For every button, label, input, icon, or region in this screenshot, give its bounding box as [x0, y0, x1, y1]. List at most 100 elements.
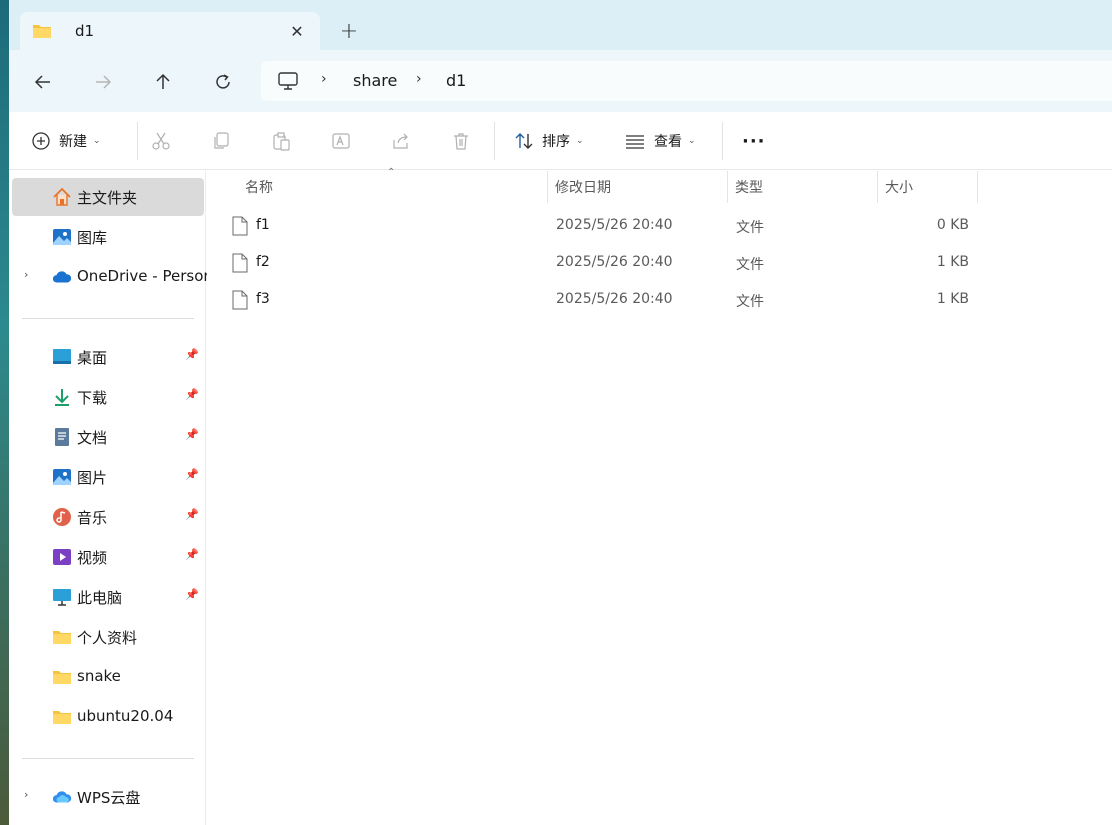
new-button-label: 新建 [59, 134, 87, 150]
up-button[interactable] [147, 66, 179, 98]
column-header-size[interactable]: 大小 [885, 171, 913, 203]
divider [722, 122, 723, 160]
cut-button[interactable] [151, 126, 171, 156]
sidebar-item-home[interactable]: 主文件夹 [12, 178, 204, 216]
column-divider[interactable] [877, 171, 878, 203]
list-view-icon [626, 135, 644, 149]
home-icon [52, 187, 72, 207]
sidebar-item-label: ubuntu20.04 [77, 707, 174, 725]
pin-icon[interactable]: 📌 [185, 508, 199, 521]
file-icon [232, 290, 248, 314]
this-pc-icon[interactable] [277, 71, 299, 95]
more-options-button[interactable]: ··· [742, 126, 766, 156]
file-modified-date: 2025/5/26 20:40 [556, 254, 673, 270]
chevron-right-icon[interactable]: › [24, 268, 28, 281]
table-row[interactable]: f3 2025/5/26 20:40 文件 1 KB [232, 282, 982, 319]
refresh-button[interactable] [207, 66, 239, 98]
sidebar-item-this-pc[interactable]: 此电脑 📌 [12, 578, 204, 616]
file-type: 文件 [736, 220, 764, 236]
sidebar-item-label: 下载 [77, 389, 108, 407]
pin-icon[interactable]: 📌 [185, 388, 199, 401]
arrow-left-icon [34, 75, 50, 89]
new-tab-button[interactable]: + [336, 18, 362, 44]
sort-icon [515, 133, 533, 149]
back-button[interactable] [27, 66, 59, 98]
view-button[interactable]: 查看 ⌄ [624, 126, 696, 156]
breadcrumb-chevron-icon[interactable]: › [321, 71, 327, 87]
pin-icon[interactable]: 📌 [185, 548, 199, 561]
clipboard-icon [273, 132, 290, 151]
folder-icon [32, 23, 52, 43]
divider [137, 122, 138, 160]
file-list: ⌃ 名称 修改日期 类型 大小 f1 2025/5/26 20:40 文件 0 … [207, 167, 1112, 825]
breadcrumb-chevron-icon[interactable]: › [416, 71, 422, 87]
delete-button[interactable] [451, 126, 471, 156]
share-button[interactable] [391, 126, 411, 156]
paste-button[interactable] [271, 126, 291, 156]
documents-icon [52, 427, 72, 447]
column-divider[interactable] [727, 171, 728, 203]
chevron-down-icon: ⌄ [576, 136, 584, 146]
onedrive-icon [52, 267, 72, 287]
new-button[interactable]: 新建 ⌄ [31, 126, 101, 156]
arrow-up-icon [156, 73, 170, 89]
file-size: 1 KB [936, 254, 969, 270]
sidebar-item-label: 音乐 [77, 509, 108, 527]
sidebar-item-pictures[interactable]: 图片 📌 [12, 458, 204, 496]
sidebar-item-personal[interactable]: 个人资料 [12, 618, 204, 656]
table-row[interactable]: f1 2025/5/26 20:40 文件 0 KB [232, 208, 982, 245]
sidebar-item-label: snake [77, 667, 121, 685]
download-icon [52, 387, 72, 407]
file-name: f3 [256, 291, 270, 307]
sidebar-item-desktop[interactable]: 桌面 📌 [12, 338, 204, 376]
file-explorer-window: d1 ✕ + › share › d1 新建 ⌄ 排序 ⌄ 查看 ⌄ ··· 主… [9, 0, 1112, 825]
scissors-icon [152, 132, 170, 150]
tab-strip: d1 ✕ + [9, 0, 1112, 50]
arrow-right-icon [96, 75, 112, 89]
sidebar-item-documents[interactable]: 文档 📌 [12, 418, 204, 456]
rename-icon [332, 133, 350, 149]
column-header-name[interactable]: 名称 [245, 171, 273, 203]
sidebar-item-onedrive[interactable]: › OneDrive - Persor [12, 258, 210, 296]
sidebar-item-ubuntu[interactable]: ubuntu20.04 [12, 698, 204, 736]
tab-d1[interactable]: d1 ✕ [20, 12, 320, 50]
file-type: 文件 [736, 257, 764, 273]
table-row[interactable]: f2 2025/5/26 20:40 文件 1 KB [232, 245, 982, 282]
column-divider[interactable] [977, 171, 978, 203]
gallery-icon [52, 227, 72, 247]
column-header-type[interactable]: 类型 [735, 171, 763, 203]
copy-button[interactable] [211, 126, 231, 156]
navigation-pane: 主文件夹 图库 › OneDrive - Persor 桌面 📌 下载 📌 文档… [9, 171, 210, 825]
column-header-date[interactable]: 修改日期 [555, 171, 611, 203]
breadcrumb-d1[interactable]: d1 [446, 71, 466, 90]
pin-icon[interactable]: 📌 [185, 428, 199, 441]
chevron-right-icon[interactable]: › [24, 788, 28, 801]
rename-button[interactable] [331, 126, 351, 156]
folder-icon [52, 707, 72, 727]
sort-button[interactable]: 排序 ⌄ [514, 126, 584, 156]
column-divider[interactable] [547, 171, 548, 203]
sidebar-item-downloads[interactable]: 下载 📌 [12, 378, 204, 416]
forward-button[interactable] [87, 66, 119, 98]
sidebar-item-videos[interactable]: 视频 📌 [12, 538, 204, 576]
breadcrumb-share[interactable]: share [353, 71, 397, 90]
divider [22, 318, 194, 319]
sidebar-item-gallery[interactable]: 图库 [12, 218, 204, 256]
pin-icon[interactable]: 📌 [185, 468, 199, 481]
sort-button-label: 排序 [542, 134, 570, 150]
address-bar[interactable]: › share › d1 [261, 61, 1112, 101]
sidebar-item-music[interactable]: 音乐 📌 [12, 498, 204, 536]
sidebar-item-label: 图片 [77, 469, 108, 487]
this-pc-icon [52, 587, 72, 607]
sidebar-item-label: 此电脑 [77, 589, 123, 607]
close-tab-icon[interactable]: ✕ [284, 18, 310, 44]
sidebar-item-snake[interactable]: snake [12, 658, 204, 696]
pin-icon[interactable]: 📌 [185, 588, 199, 601]
file-icon [232, 253, 248, 277]
pin-icon[interactable]: 📌 [185, 348, 199, 361]
copy-icon [214, 132, 229, 149]
sidebar-item-wps-cloud[interactable]: › WPS云盘 [12, 778, 204, 816]
pictures-icon [52, 467, 72, 487]
file-name: f1 [256, 217, 270, 233]
chevron-down-icon: ⌄ [688, 136, 696, 146]
